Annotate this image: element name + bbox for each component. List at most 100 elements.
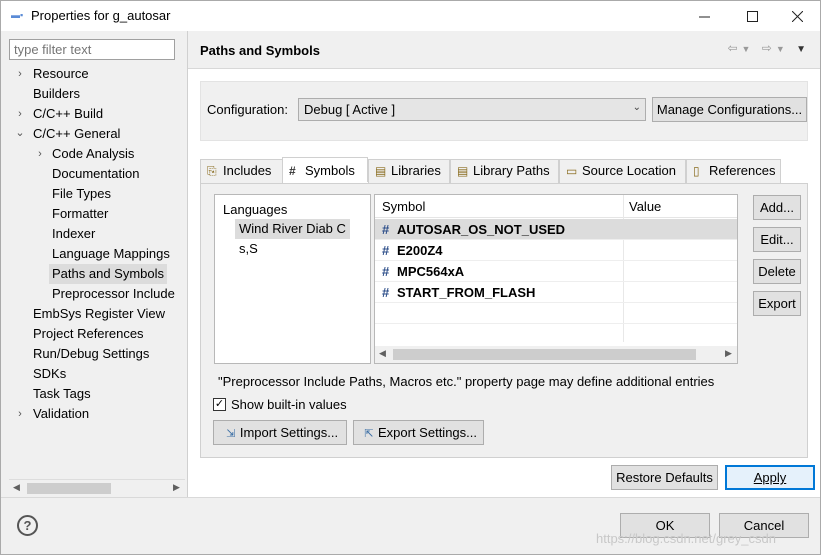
configuration-value: Debug [ Active ] bbox=[304, 102, 396, 117]
properties-dialog: ▬▪ Properties for g_autosar › Resource B… bbox=[0, 0, 821, 555]
edit-button[interactable]: Edit... bbox=[753, 227, 801, 252]
table-row[interactable]: # AUTOSAR_OS_NOT_USED bbox=[375, 219, 737, 240]
hash-icon: # bbox=[382, 222, 390, 237]
tree-item-resource[interactable]: Resource bbox=[33, 64, 89, 84]
tree-item-formatter[interactable]: Formatter bbox=[52, 204, 108, 224]
symbol-name: MPC564xA bbox=[397, 264, 465, 279]
chevron-right-icon[interactable]: › bbox=[34, 148, 46, 160]
tree-item-cpp-general[interactable]: C/C++ General bbox=[33, 124, 120, 144]
tree-item-indexer[interactable]: Indexer bbox=[52, 224, 95, 244]
tree-horizontal-scrollbar[interactable]: ◀ ▶ bbox=[9, 479, 185, 496]
tab-includes[interactable]: ⎘ Includes bbox=[200, 159, 283, 183]
libraries-icon: ▤ bbox=[375, 164, 387, 178]
scrollbar-thumb[interactable] bbox=[393, 349, 696, 360]
watermark: https://blog.csdn.net/grey_csdn bbox=[596, 531, 776, 546]
tree-item-builders[interactable]: Builders bbox=[33, 84, 80, 104]
symbol-name: START_FROM_FLASH bbox=[397, 285, 536, 300]
tab-source-location[interactable]: ▭ Source Location bbox=[559, 159, 686, 183]
scroll-left-icon[interactable]: ◀ bbox=[379, 348, 386, 359]
hash-icon: # bbox=[382, 264, 390, 279]
apply-button[interactable]: Apply bbox=[725, 465, 815, 490]
hash-icon: # bbox=[382, 285, 390, 300]
symbol-name: E200Z4 bbox=[397, 243, 443, 258]
tree-item-validation[interactable]: Validation bbox=[33, 404, 89, 424]
title-bar: ▬▪ Properties for g_autosar bbox=[1, 1, 820, 31]
symbols-horizontal-scrollbar[interactable]: ◀ ▶ bbox=[375, 346, 737, 363]
table-header: Symbol Value bbox=[375, 195, 737, 218]
add-button[interactable]: Add... bbox=[753, 195, 801, 220]
tree-item-project-references[interactable]: Project References bbox=[33, 324, 144, 344]
delete-button[interactable]: Delete bbox=[753, 259, 801, 284]
tree-item-sdks[interactable]: SDKs bbox=[33, 364, 66, 384]
table-row[interactable]: # START_FROM_FLASH bbox=[375, 282, 737, 303]
show-builtin-checkbox[interactable]: ✓ bbox=[213, 398, 226, 411]
page-header: Paths and Symbols ⇦▼ ⇨▼ ▼ bbox=[188, 31, 820, 69]
column-header-value[interactable]: Value bbox=[629, 199, 661, 214]
table-row[interactable]: # MPC564xA bbox=[375, 261, 737, 282]
tree-item-code-analysis[interactable]: Code Analysis bbox=[52, 144, 134, 164]
page-title: Paths and Symbols bbox=[200, 43, 320, 58]
symbol-name: AUTOSAR_OS_NOT_USED bbox=[397, 222, 566, 237]
chevron-right-icon[interactable]: › bbox=[14, 108, 26, 120]
hash-icon: # bbox=[382, 243, 390, 258]
restore-defaults-button[interactable]: Restore Defaults bbox=[611, 465, 718, 490]
tree-item-language-mappings[interactable]: Language Mappings bbox=[52, 244, 170, 264]
chevron-down-icon[interactable]: ⌄ bbox=[14, 126, 26, 139]
tab-symbols[interactable]: # Symbols bbox=[282, 157, 368, 182]
configuration-select[interactable]: Debug [ Active ] ⌄ bbox=[298, 98, 646, 121]
close-icon[interactable] bbox=[774, 1, 820, 31]
divider bbox=[1, 497, 820, 498]
table-row[interactable]: # E200Z4 bbox=[375, 240, 737, 261]
import-settings-button[interactable]: ⇲ Import Settings... bbox=[213, 420, 347, 445]
scrollbar-thumb[interactable] bbox=[27, 483, 111, 494]
references-icon: ▯ bbox=[693, 164, 700, 178]
manage-configurations-button[interactable]: Manage Configurations... bbox=[652, 97, 807, 122]
tree-item-file-types[interactable]: File Types bbox=[52, 184, 111, 204]
export-button[interactable]: Export bbox=[753, 291, 801, 316]
languages-list: Languages Wind River Diab C s,S bbox=[214, 194, 371, 364]
tree-item-paths-and-symbols[interactable]: Paths and Symbols bbox=[49, 264, 168, 284]
button-label: Export Settings... bbox=[378, 425, 477, 440]
maximize-icon[interactable] bbox=[729, 1, 775, 31]
tree-item-preprocessor-include[interactable]: Preprocessor Include bbox=[52, 284, 175, 304]
configuration-panel: Configuration: Debug [ Active ] ⌄ Manage… bbox=[200, 81, 808, 141]
scroll-right-icon[interactable]: ▶ bbox=[725, 348, 732, 359]
tab-library-paths[interactable]: ▤ Library Paths bbox=[450, 159, 559, 183]
tree-item-documentation[interactable]: Documentation bbox=[52, 164, 139, 184]
page-content: Configuration: Debug [ Active ] ⌄ Manage… bbox=[188, 69, 820, 497]
language-item[interactable]: s,S bbox=[235, 239, 262, 259]
tab-libraries[interactable]: ▤ Libraries bbox=[368, 159, 450, 183]
tree-item-cpp-build[interactable]: C/C++ Build bbox=[33, 104, 103, 124]
tab-references[interactable]: ▯ References bbox=[686, 159, 781, 183]
chevron-down-icon[interactable]: ▼ bbox=[776, 44, 789, 54]
source-location-icon: ▭ bbox=[566, 164, 578, 178]
tree-item-task-tags[interactable]: Task Tags bbox=[33, 384, 91, 404]
view-menu-icon[interactable]: ▼ bbox=[796, 44, 810, 55]
tab-label: Library Paths bbox=[473, 163, 550, 178]
tree-item-embsys-register-view[interactable]: EmbSys Register View bbox=[33, 304, 165, 324]
chevron-down-icon[interactable]: ▼ bbox=[742, 44, 755, 54]
show-builtin-label[interactable]: Show built-in values bbox=[231, 397, 347, 412]
import-icon: ⇲ bbox=[226, 428, 236, 440]
language-item[interactable]: Wind River Diab C bbox=[235, 219, 350, 239]
scroll-left-icon[interactable]: ◀ bbox=[13, 482, 20, 493]
table-row-empty bbox=[375, 303, 737, 324]
minimize-icon[interactable] bbox=[681, 1, 727, 31]
tab-label: Includes bbox=[223, 163, 272, 178]
filter-input[interactable] bbox=[9, 39, 175, 60]
chevron-right-icon[interactable]: › bbox=[14, 68, 26, 80]
property-tree: › Resource Builders › C/C++ Build ⌄ C/C+… bbox=[6, 64, 186, 474]
tab-label: References bbox=[709, 163, 776, 178]
languages-header: Languages bbox=[223, 202, 288, 217]
back-arrow-icon[interactable]: ⇦ bbox=[727, 41, 741, 55]
tab-label: Source Location bbox=[582, 163, 676, 178]
chevron-right-icon[interactable]: › bbox=[14, 408, 26, 420]
column-header-symbol[interactable]: Symbol bbox=[382, 199, 425, 214]
forward-arrow-icon[interactable]: ⇨ bbox=[762, 41, 776, 55]
tree-item-run-debug-settings[interactable]: Run/Debug Settings bbox=[33, 344, 149, 364]
help-icon[interactable]: ? bbox=[17, 515, 38, 536]
export-settings-button[interactable]: ⇱ Export Settings... bbox=[353, 420, 484, 445]
chevron-down-icon: ⌄ bbox=[632, 102, 641, 113]
configuration-label: Configuration: bbox=[207, 102, 288, 117]
scroll-right-icon[interactable]: ▶ bbox=[173, 482, 180, 493]
